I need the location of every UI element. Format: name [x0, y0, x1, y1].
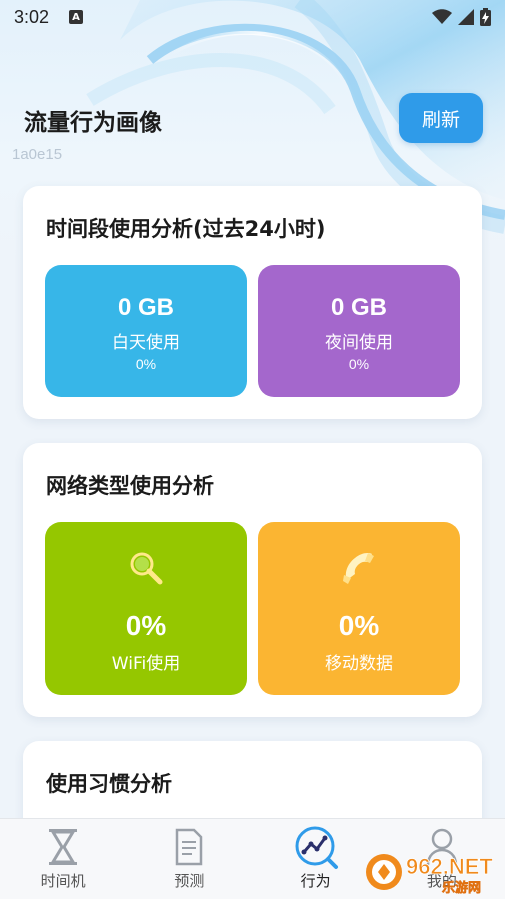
- signal-icon: [458, 9, 474, 25]
- usage-habit-card-title: 使用习惯分析: [46, 772, 172, 796]
- status-time: 3:02: [14, 6, 50, 27]
- svg-text:962.NET: 962.NET: [406, 854, 493, 879]
- network-type-card-title: 网络类型使用分析: [46, 474, 214, 498]
- refresh-button[interactable]: 刷新: [399, 93, 483, 143]
- watermark-logo: 962.NET 乐游网: [362, 848, 505, 896]
- page-title: 流量行为画像: [24, 110, 162, 136]
- trend-chart-icon: [295, 826, 338, 869]
- daytime-usage-value: 0 GB: [117, 294, 174, 321]
- a-badge-icon: A: [69, 10, 84, 24]
- mobile-data-label: 移动数据: [325, 654, 393, 674]
- time-usage-card: 时间段使用分析(过去24小时) 0 GB 白天使用 0% 0 GB 夜间使用 0…: [23, 186, 482, 419]
- nav-predict[interactable]: 预测: [126, 819, 252, 899]
- nav-predict-label: 预测: [174, 872, 205, 890]
- time-usage-card-title: 时间段使用分析(过去24小时): [46, 217, 326, 241]
- wifi-usage-label: WiFi使用: [111, 654, 181, 674]
- search-icon: [130, 552, 163, 585]
- document-icon: [176, 828, 203, 866]
- nav-behavior-label: 行为: [300, 872, 331, 890]
- network-type-card: 网络类型使用分析 0% WiFi使用 0% 移动数据: [23, 443, 482, 717]
- wifi-usage-value: 0%: [125, 610, 167, 641]
- nav-time-machine[interactable]: 时间机: [0, 819, 126, 899]
- nighttime-usage-tile[interactable]: 0 GB 夜间使用 0%: [258, 265, 460, 397]
- battery-charging-icon: [480, 8, 491, 26]
- daytime-usage-label: 白天使用: [112, 333, 180, 353]
- status-bar: 3:02 A: [0, 0, 505, 34]
- phone-icon: [343, 553, 374, 584]
- nighttime-usage-label: 夜间使用: [325, 333, 393, 353]
- nav-time-machine-label: 时间机: [40, 872, 86, 890]
- wifi-icon: [432, 9, 452, 24]
- nighttime-usage-value: 0 GB: [330, 294, 387, 321]
- daytime-usage-percent: 0%: [135, 356, 157, 372]
- nav-behavior[interactable]: 行为: [253, 819, 379, 899]
- mobile-data-value: 0%: [338, 610, 380, 641]
- page-subtitle: 1a0e15: [12, 146, 63, 163]
- daytime-usage-tile[interactable]: 0 GB 白天使用 0%: [45, 265, 247, 397]
- hourglass-icon: [49, 829, 78, 865]
- svg-text:乐游网: 乐游网: [442, 880, 481, 896]
- mobile-data-tile[interactable]: 0% 移动数据: [258, 522, 460, 695]
- nighttime-usage-percent: 0%: [348, 356, 370, 372]
- wifi-usage-tile[interactable]: 0% WiFi使用: [45, 522, 247, 695]
